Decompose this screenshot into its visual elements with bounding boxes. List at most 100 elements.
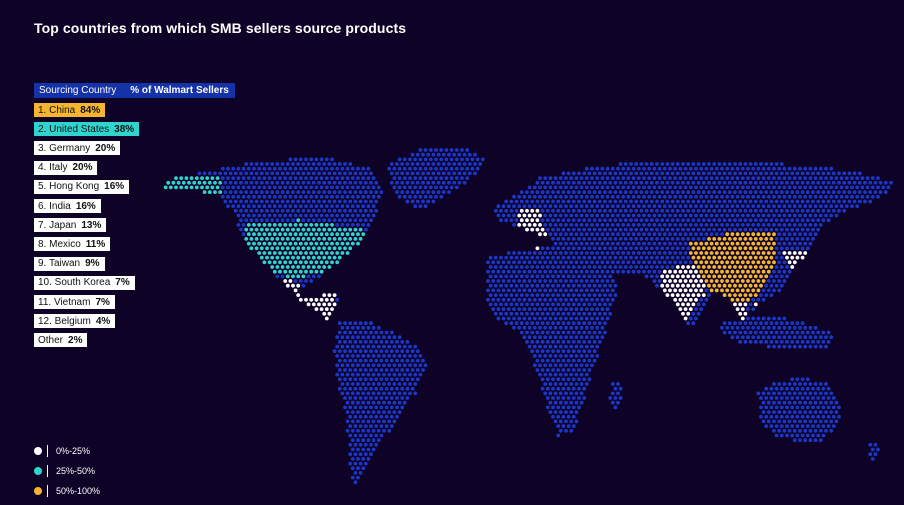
map-dot	[790, 377, 795, 382]
map-dot-high	[751, 269, 756, 274]
map-dot	[608, 246, 613, 251]
map-dot	[397, 382, 402, 386]
map-dot	[577, 283, 581, 288]
map-dot	[605, 185, 610, 190]
map-dot	[785, 433, 789, 438]
map-dot	[551, 330, 555, 335]
map-dot	[803, 428, 808, 433]
map-dot	[564, 288, 568, 293]
map-dot	[272, 176, 277, 181]
map-dot	[746, 176, 750, 181]
map-dot	[540, 255, 545, 260]
map-dot	[595, 335, 600, 340]
map-dot	[785, 237, 789, 241]
map-dot	[584, 279, 589, 283]
map-dot	[722, 162, 727, 166]
map-dot	[400, 162, 405, 166]
map-dot-high	[704, 269, 709, 274]
map-dot	[592, 321, 597, 326]
map-dot	[530, 199, 535, 204]
map-dot-high	[727, 237, 732, 241]
map-dot	[540, 386, 545, 391]
map-dot	[733, 208, 737, 213]
map-dot	[382, 382, 386, 386]
map-dot	[374, 396, 379, 400]
map-dot	[603, 180, 607, 185]
map-dot	[805, 180, 810, 185]
map-dot-low	[678, 288, 683, 293]
map-dot-low	[330, 297, 334, 302]
map-dot	[759, 218, 763, 223]
map-dot	[551, 386, 555, 391]
map-dot	[831, 405, 836, 410]
map-dot	[374, 199, 379, 204]
map-dot	[579, 400, 584, 405]
map-dot-high	[769, 246, 774, 251]
map-dot	[584, 194, 589, 199]
map-dot	[558, 204, 563, 209]
map-dot	[493, 302, 498, 307]
map-dot	[296, 180, 301, 185]
map-dot	[564, 428, 568, 433]
map-dot	[371, 325, 376, 330]
map-dot-mid	[311, 246, 316, 251]
map-dot	[501, 297, 506, 302]
map-dot	[597, 227, 602, 232]
map-dot	[525, 190, 529, 195]
map-dot	[657, 213, 662, 218]
map-dot	[798, 428, 802, 433]
map-dot	[366, 391, 371, 396]
map-dot	[564, 400, 568, 405]
map-dot	[839, 194, 844, 199]
map-dot	[665, 218, 670, 223]
map-dot	[868, 452, 873, 457]
map-dot	[561, 311, 566, 316]
map-dot	[571, 405, 576, 410]
map-dot	[701, 227, 706, 232]
map-dot-high	[748, 237, 753, 241]
map-dot	[779, 237, 784, 241]
map-dot	[275, 199, 280, 204]
map-dot	[366, 166, 371, 171]
map-dot	[605, 288, 610, 293]
map-dot	[766, 335, 771, 340]
map-dot-high	[753, 283, 758, 288]
map-dot	[629, 237, 633, 241]
map-dot	[527, 269, 532, 274]
map-dot	[519, 265, 524, 269]
map-dot	[735, 213, 740, 218]
map-dot	[597, 255, 602, 260]
map-dot	[655, 190, 659, 195]
map-dot	[540, 330, 545, 335]
map-dot	[668, 223, 672, 227]
map-dot	[350, 363, 355, 368]
map-dot-low	[688, 279, 693, 283]
map-dot-low	[696, 293, 701, 297]
map-dot-low	[673, 279, 678, 283]
map-dot-high	[751, 288, 756, 293]
map-dot-mid	[319, 251, 324, 255]
map-dot	[530, 340, 535, 344]
map-dot-high	[738, 265, 743, 269]
map-dot	[522, 204, 527, 209]
map-dot	[223, 190, 228, 195]
map-dot	[556, 340, 561, 344]
map-dot	[366, 372, 371, 377]
map-dot	[293, 279, 298, 283]
map-dot	[727, 199, 732, 204]
map-dot	[678, 260, 683, 265]
map-dot	[818, 438, 823, 443]
map-dot	[298, 157, 303, 162]
map-dot	[345, 176, 350, 181]
map-dot	[551, 302, 555, 307]
map-dot-high	[751, 232, 756, 237]
map-dot	[298, 213, 303, 218]
map-dot-high	[738, 246, 743, 251]
map-dot	[592, 246, 597, 251]
map-dot	[761, 176, 766, 181]
map-dot	[805, 227, 810, 232]
map-dot	[218, 171, 223, 176]
map-dot	[800, 180, 805, 185]
map-dot	[358, 414, 363, 419]
map-dot-mid	[181, 180, 186, 185]
